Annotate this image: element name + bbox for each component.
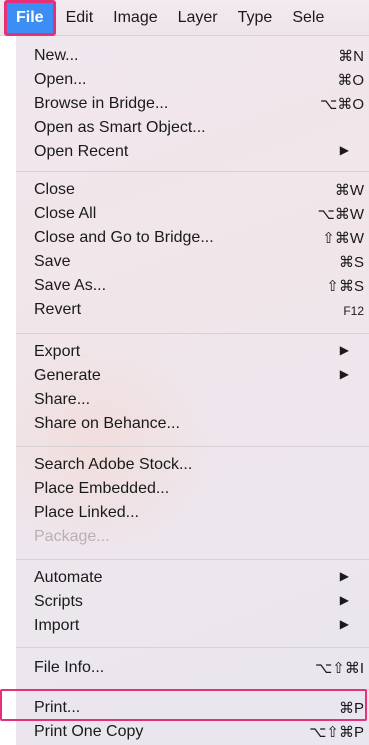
menu-item-label: Scripts	[34, 593, 83, 610]
shortcut-label: ⌥⌘O	[320, 96, 364, 113]
shortcut-label: ⌘S	[338, 254, 364, 271]
menu-type[interactable]: Type	[228, 0, 283, 36]
shortcut-label: ⌥⇧⌘I	[314, 660, 364, 677]
menu-item-label: Package...	[34, 528, 110, 545]
menu-item-open[interactable]: Open... ⌘O	[16, 69, 369, 93]
menu-item-share-on-behance[interactable]: Share on Behance...	[16, 413, 369, 437]
menu-item-label: Automate	[34, 569, 103, 586]
shortcut-label: ⇧⌘S	[326, 278, 364, 295]
menu-layer[interactable]: Layer	[168, 0, 228, 36]
menu-item-revert[interactable]: Revert F12	[16, 299, 369, 323]
menu-separator	[16, 559, 369, 560]
menu-item-label: Share on Behance...	[34, 415, 180, 432]
menu-item-new[interactable]: New... ⌘N	[16, 45, 369, 69]
menu-separator	[16, 171, 369, 172]
menu-item-label: Save As...	[34, 277, 107, 294]
submenu-arrow-icon: ▶	[339, 617, 349, 631]
menu-item-browse-in-bridge[interactable]: Browse in Bridge... ⌥⌘O	[16, 93, 369, 117]
menu-item-print-one-copy[interactable]: Print One Copy ⌥⇧⌘P	[16, 721, 369, 745]
menu-item-scripts[interactable]: Scripts ▶	[16, 591, 369, 615]
menu-separator	[16, 446, 369, 447]
menu-separator	[16, 647, 369, 648]
shortcut-label: ⇧⌘W	[322, 230, 364, 247]
menu-item-label: Close and Go to Bridge...	[34, 229, 214, 246]
menu-item-label: File Info...	[34, 659, 105, 676]
shortcut-label: F12	[343, 304, 364, 318]
menu-item-export[interactable]: Export ▶	[16, 341, 369, 365]
menu-item-close-and-go-to-bridge[interactable]: Close and Go to Bridge... ⇧⌘W	[16, 227, 369, 251]
menu-select[interactable]: Sele	[282, 0, 334, 36]
menu-item-generate[interactable]: Generate ▶	[16, 365, 369, 389]
shortcut-label: ⌘N	[338, 48, 364, 65]
submenu-arrow-icon: ▶	[339, 569, 349, 583]
menu-item-label: Revert	[34, 301, 82, 318]
submenu-arrow-icon: ▶	[339, 593, 349, 607]
menu-item-label: Import	[34, 617, 80, 634]
menu-item-close-all[interactable]: Close All ⌥⌘W	[16, 203, 369, 227]
submenu-arrow-icon: ▶	[339, 367, 349, 381]
menu-image[interactable]: Image	[103, 0, 167, 36]
menu-item-label: Share...	[34, 391, 91, 408]
submenu-arrow-icon: ▶	[339, 143, 349, 157]
menu-item-label: Open as Smart Object...	[34, 119, 206, 136]
shortcut-label: ⌥⇧⌘P	[309, 724, 364, 741]
menu-item-label: Browse in Bridge...	[34, 95, 169, 112]
menu-item-file-info[interactable]: File Info... ⌥⇧⌘I	[16, 657, 369, 681]
print-highlight-outline	[0, 689, 367, 721]
menu-item-open-recent[interactable]: Open Recent ▶	[16, 141, 369, 165]
shortcut-label: ⌘W	[334, 182, 364, 199]
menu-item-label: Print One Copy	[34, 723, 144, 740]
shortcut-label: ⌘O	[337, 72, 364, 89]
menu-item-label: Open...	[34, 71, 87, 88]
menu-item-search-adobe-stock[interactable]: Search Adobe Stock...	[16, 454, 369, 478]
menu-item-place-linked[interactable]: Place Linked...	[16, 502, 369, 526]
menu-item-save[interactable]: Save ⌘S	[16, 251, 369, 275]
menu-item-import[interactable]: Import ▶	[16, 615, 369, 639]
menu-item-label: Search Adobe Stock...	[34, 456, 193, 473]
menu-item-automate[interactable]: Automate ▶	[16, 567, 369, 591]
menu-item-label: Close All	[34, 205, 97, 222]
file-dropdown-menu: New... ⌘N Open... ⌘O Browse in Bridge...…	[16, 36, 369, 745]
menu-item-share[interactable]: Share...	[16, 389, 369, 413]
menu-item-label: Place Linked...	[34, 504, 139, 521]
menu-item-label: Export	[34, 343, 81, 360]
menu-item-label: Save	[34, 253, 71, 270]
menu-item-label: Place Embedded...	[34, 480, 170, 497]
menu-item-save-as[interactable]: Save As... ⇧⌘S	[16, 275, 369, 299]
menu-item-label: New...	[34, 47, 79, 64]
menu-item-close[interactable]: Close ⌘W	[16, 179, 369, 203]
menu-item-package: Package...	[16, 526, 369, 550]
shortcut-label: ⌥⌘W	[317, 206, 364, 223]
menu-item-label: Close	[34, 181, 75, 198]
menu-separator	[16, 333, 369, 334]
menu-item-place-embedded[interactable]: Place Embedded...	[16, 478, 369, 502]
menu-item-open-as-smart-object[interactable]: Open as Smart Object...	[16, 117, 369, 141]
menu-item-label: Generate	[34, 367, 101, 384]
submenu-arrow-icon: ▶	[339, 343, 349, 357]
menu-item-label: Open Recent	[34, 143, 129, 160]
